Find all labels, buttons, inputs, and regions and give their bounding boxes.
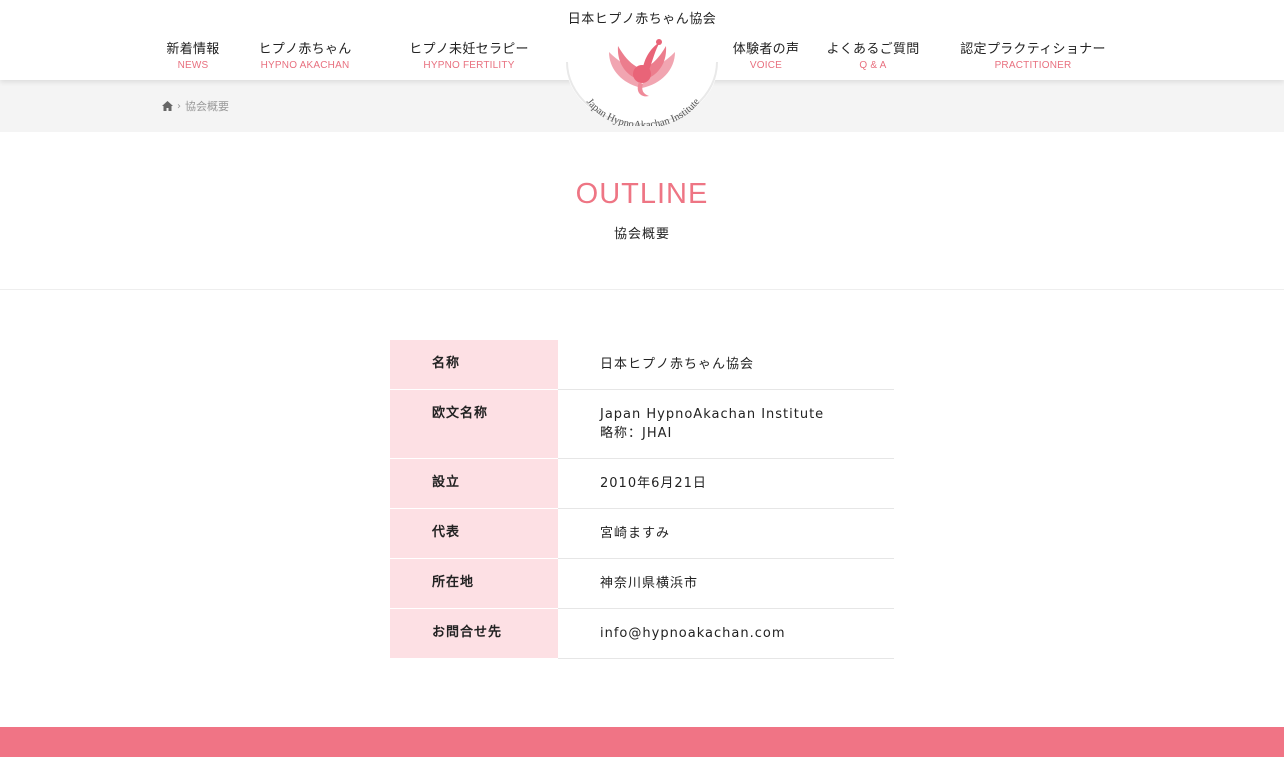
nav-label-jp: ヒプノ赤ちゃん bbox=[258, 42, 352, 57]
nav-item-news[interactable]: 新着情報 NEWS bbox=[166, 38, 219, 71]
row-label: 所在地 bbox=[390, 558, 558, 609]
table-row: 名称 日本ヒプノ赤ちゃん協会 bbox=[390, 340, 894, 390]
row-label: 設立 bbox=[390, 458, 558, 509]
row-value: 神奈川県横浜市 bbox=[558, 558, 894, 609]
value-line: Japan HypnoAkachan Institute bbox=[600, 407, 825, 422]
nav-label-jp: 新着情報 bbox=[166, 42, 220, 57]
value-line: 2010年6月21日 bbox=[600, 476, 707, 491]
nav-item-voice[interactable]: 体験者の声 VOICE bbox=[733, 38, 800, 71]
table-row: 代表 宮崎ますみ bbox=[390, 508, 894, 559]
row-label: お問合せ先 bbox=[390, 608, 558, 659]
section-divider bbox=[0, 289, 1284, 290]
nav-label-en: Q & A bbox=[859, 60, 887, 71]
table-row: 所在地 神奈川県横浜市 bbox=[390, 558, 894, 609]
row-value: 日本ヒプノ赤ちゃん協会 bbox=[558, 340, 894, 390]
breadcrumb: › 協会概要 bbox=[162, 98, 229, 114]
nav-label-en: HYPNO FERTILITY bbox=[423, 60, 515, 71]
row-value: 宮崎ますみ bbox=[558, 508, 894, 559]
nav-label-en: VOICE bbox=[749, 60, 783, 71]
chevron-right-icon: › bbox=[177, 100, 181, 112]
site-logo[interactable]: Japan HypnoAkachan Institute bbox=[565, 30, 719, 126]
nav-item-hypno-fertility[interactable]: ヒプノ未妊セラピー HYPNO FERTILITY bbox=[409, 38, 529, 71]
nav-label-jp: 体験者の声 bbox=[732, 42, 800, 57]
outline-table: 名称 日本ヒプノ赤ちゃん協会 欧文名称 Japan HypnoAkachan I… bbox=[390, 340, 894, 659]
row-value: 2010年6月21日 bbox=[558, 458, 894, 509]
table-row: 欧文名称 Japan HypnoAkachan Institute 略称：JHA… bbox=[390, 389, 894, 459]
breadcrumb-current: 協会概要 bbox=[185, 100, 229, 113]
page-subtitle: 協会概要 bbox=[613, 227, 670, 242]
row-value: Japan HypnoAkachan Institute 略称：JHAI bbox=[558, 389, 894, 459]
value-line: 神奈川県横浜市 bbox=[600, 576, 699, 591]
page-title: OUTLINE bbox=[575, 178, 709, 210]
value-line: 宮崎ますみ bbox=[600, 526, 671, 541]
nav-label-en: HYPNO AKACHAN bbox=[260, 60, 350, 71]
table-row: 設立 2010年6月21日 bbox=[390, 458, 894, 509]
contact-email[interactable]: info@hypnoakachan.com bbox=[600, 624, 894, 643]
nav-item-hypno-akachan[interactable]: ヒプノ赤ちゃん HYPNO AKACHAN bbox=[258, 38, 351, 71]
nav-label-en: NEWS bbox=[177, 60, 209, 71]
home-icon[interactable] bbox=[162, 101, 173, 111]
value-line: 日本ヒプノ赤ちゃん協会 bbox=[600, 357, 755, 372]
row-value: info@hypnoakachan.com bbox=[558, 608, 894, 659]
row-label: 欧文名称 bbox=[390, 389, 558, 459]
row-label: 代表 bbox=[390, 508, 558, 559]
nav-label-jp: ヒプノ未妊セラピー bbox=[409, 42, 529, 57]
value-line: 略称：JHAI bbox=[600, 426, 673, 441]
nav-label-en: PRACTITIONER bbox=[994, 60, 1072, 71]
nav-label-jp: よくあるご質問 bbox=[826, 42, 920, 57]
footer-bar bbox=[0, 727, 1284, 757]
nav-label-jp: 認定プラクティショナー bbox=[960, 42, 1106, 57]
site-title[interactable]: 日本ヒプノ赤ちゃん協会 bbox=[0, 8, 1284, 27]
nav-item-practitioner[interactable]: 認定プラクティショナー PRACTITIONER bbox=[960, 38, 1106, 71]
row-label: 名称 bbox=[390, 340, 558, 390]
table-row: お問合せ先 info@hypnoakachan.com bbox=[390, 608, 894, 659]
nav-item-qa[interactable]: よくあるご質問 Q & A bbox=[826, 38, 919, 71]
